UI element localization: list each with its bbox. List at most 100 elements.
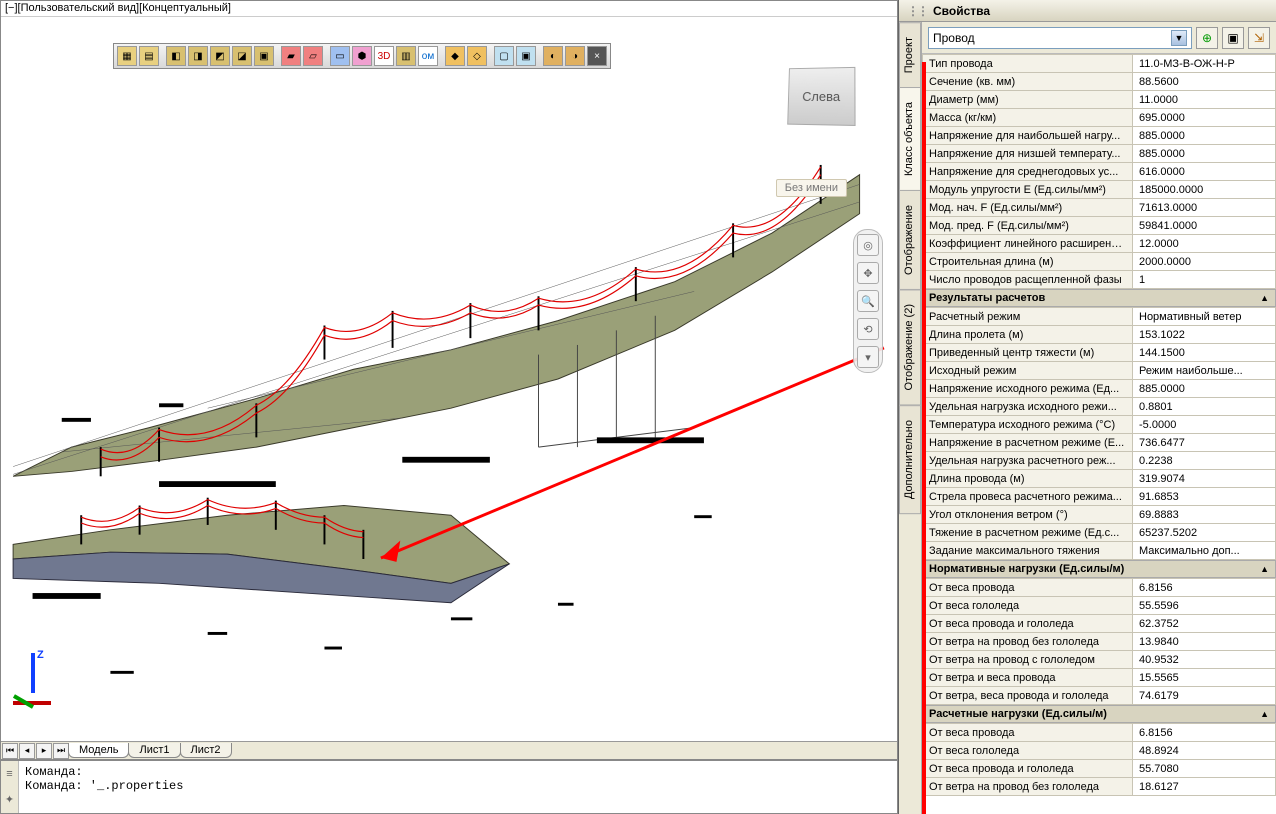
- command-line[interactable]: Команда: Команда: '_.properties: [19, 761, 897, 813]
- tab-model[interactable]: Модель: [68, 743, 129, 758]
- tab-nav-next-icon[interactable]: ▸: [36, 743, 52, 759]
- property-value[interactable]: 2000.0000: [1133, 253, 1276, 271]
- properties-title-bar[interactable]: ⋮⋮ Свойства: [899, 0, 1276, 22]
- tool-btn-10[interactable]: ▭: [330, 46, 350, 66]
- property-value[interactable]: 144.1500: [1133, 344, 1276, 362]
- property-value[interactable]: 71613.0000: [1133, 199, 1276, 217]
- property-value[interactable]: 185000.0000: [1133, 181, 1276, 199]
- tool-btn-18[interactable]: ▣: [516, 46, 536, 66]
- header-results[interactable]: Результаты расчетов ▲: [922, 289, 1276, 307]
- property-value[interactable]: Максимально доп...: [1133, 542, 1276, 560]
- command-panel: ≡ ✦ Команда: Команда: '_.properties: [0, 760, 898, 814]
- property-value[interactable]: 62.3752: [1133, 615, 1276, 633]
- property-value[interactable]: 885.0000: [1133, 380, 1276, 398]
- property-value[interactable]: 40.9532: [1133, 651, 1276, 669]
- property-row: От ветра на провод без гололеда13.9840: [923, 633, 1276, 651]
- object-type-selector[interactable]: Провод ▼: [928, 27, 1192, 49]
- side-tab-project[interactable]: Проект: [899, 22, 921, 88]
- tool-btn-1[interactable]: ▦: [117, 46, 137, 66]
- property-value[interactable]: 6.8156: [1133, 579, 1276, 597]
- property-value[interactable]: 55.7080: [1133, 760, 1276, 778]
- property-value[interactable]: 11.0-МЗ-В-ОЖ-Н-Р: [1133, 55, 1276, 73]
- property-value[interactable]: 6.8156: [1133, 724, 1276, 742]
- tool-btn-4[interactable]: ◨: [188, 46, 208, 66]
- tool-btn-20[interactable]: ◑: [565, 46, 585, 66]
- property-value[interactable]: Режим наибольше...: [1133, 362, 1276, 380]
- property-value[interactable]: -5.0000: [1133, 416, 1276, 434]
- select-add-button[interactable]: ⊕: [1196, 27, 1218, 49]
- property-row: Длина провода (м)319.9074: [923, 470, 1276, 488]
- tool-btn-19[interactable]: ◐: [543, 46, 563, 66]
- property-value[interactable]: 0.8801: [1133, 398, 1276, 416]
- property-value[interactable]: 11.0000: [1133, 91, 1276, 109]
- more-tool-icon[interactable]: ▾: [857, 346, 879, 368]
- tab-nav-last-icon[interactable]: ⏭: [53, 743, 69, 759]
- property-value[interactable]: 18.6127: [1133, 778, 1276, 796]
- axes-gizmo[interactable]: Z: [13, 651, 63, 711]
- property-value[interactable]: 616.0000: [1133, 163, 1276, 181]
- property-row: Напряжение в расчетном режиме (Е...736.6…: [923, 434, 1276, 452]
- property-value[interactable]: 736.6477: [1133, 434, 1276, 452]
- property-value[interactable]: 695.0000: [1133, 109, 1276, 127]
- tool-btn-3[interactable]: ◧: [166, 46, 186, 66]
- tool-btn-14[interactable]: ом: [418, 46, 438, 66]
- cmd-history-icon[interactable]: ≡: [6, 768, 12, 780]
- property-value[interactable]: 12.0000: [1133, 235, 1276, 253]
- property-value[interactable]: 1: [1133, 271, 1276, 289]
- nav-cube[interactable]: Слева: [787, 67, 855, 126]
- properties-title-text: Свойства: [933, 4, 990, 18]
- property-value[interactable]: 91.6853: [1133, 488, 1276, 506]
- property-value[interactable]: 88.5600: [1133, 73, 1276, 91]
- tool-btn-6[interactable]: ◪: [232, 46, 252, 66]
- property-value[interactable]: 15.5565: [1133, 669, 1276, 687]
- tool-btn-15[interactable]: ◆: [445, 46, 465, 66]
- viewport-3d[interactable]: Слева Без имени ◎ ✥ 🔍 ⟲ ▾ Z: [3, 19, 895, 739]
- property-value[interactable]: 0.2238: [1133, 452, 1276, 470]
- tool-btn-7[interactable]: ▣: [254, 46, 274, 66]
- property-value[interactable]: 885.0000: [1133, 145, 1276, 163]
- property-value[interactable]: 13.9840: [1133, 633, 1276, 651]
- property-value[interactable]: 319.9074: [1133, 470, 1276, 488]
- property-value[interactable]: 153.1022: [1133, 326, 1276, 344]
- tab-sheet2[interactable]: Лист2: [180, 743, 232, 758]
- cmd-settings-icon[interactable]: ✦: [5, 793, 14, 806]
- side-tab-additional[interactable]: Дополнительно: [899, 405, 921, 514]
- property-value[interactable]: 74.6179: [1133, 687, 1276, 705]
- property-value[interactable]: 48.8924: [1133, 742, 1276, 760]
- property-value[interactable]: 69.8883: [1133, 506, 1276, 524]
- property-key: От ветра на провод без гололеда: [923, 633, 1133, 651]
- property-value[interactable]: Нормативный ветер: [1133, 308, 1276, 326]
- header-norm[interactable]: Нормативные нагрузки (Ед.силы/м) ▲: [922, 560, 1276, 578]
- tool-btn-9[interactable]: ▱: [303, 46, 323, 66]
- tab-sheet1[interactable]: Лист1: [128, 743, 180, 758]
- zoom-tool-icon[interactable]: 🔍: [857, 290, 879, 312]
- tab-nav-prev-icon[interactable]: ◂: [19, 743, 35, 759]
- property-value[interactable]: 885.0000: [1133, 127, 1276, 145]
- header-calc[interactable]: Расчетные нагрузки (Ед.силы/м) ▲: [922, 705, 1276, 723]
- pan-tool-icon[interactable]: ✥: [857, 262, 879, 284]
- property-value[interactable]: 65237.5202: [1133, 524, 1276, 542]
- property-value[interactable]: 55.5596: [1133, 597, 1276, 615]
- tool-btn-17[interactable]: ▢: [494, 46, 514, 66]
- main-viewport-frame: [−][Пользовательский вид][Концептуальный…: [0, 0, 898, 760]
- tool-btn-8[interactable]: ▰: [281, 46, 301, 66]
- tool-btn-16[interactable]: ◇: [467, 46, 487, 66]
- tool-btn-12[interactable]: 3D: [374, 46, 394, 66]
- wheel-tool-icon[interactable]: ◎: [857, 234, 879, 256]
- property-row: Мод. пред. F (Ед.силы/мм²)59841.0000: [923, 217, 1276, 235]
- toolbar-close-icon[interactable]: ×: [587, 46, 607, 66]
- property-value[interactable]: 59841.0000: [1133, 217, 1276, 235]
- side-tab-display2[interactable]: Отображение (2): [899, 289, 921, 405]
- tool-btn-11[interactable]: ⬢: [352, 46, 372, 66]
- tab-nav-first-icon[interactable]: ⏮: [2, 743, 18, 759]
- orbit-tool-icon[interactable]: ⟲: [857, 318, 879, 340]
- sheet-tabs: ⏮ ◂ ▸ ⏭ Модель Лист1 Лист2: [1, 741, 897, 759]
- side-tab-class[interactable]: Класс объекта: [899, 87, 921, 191]
- side-tab-display[interactable]: Отображение: [899, 190, 921, 290]
- tool-btn-2[interactable]: ▤: [139, 46, 159, 66]
- select-filter-button[interactable]: ⇲: [1248, 27, 1270, 49]
- property-key: Коэффициент линейного расширени...: [923, 235, 1133, 253]
- tool-btn-5[interactable]: ◩: [210, 46, 230, 66]
- tool-btn-13[interactable]: ▥: [396, 46, 416, 66]
- select-pick-button[interactable]: ▣: [1222, 27, 1244, 49]
